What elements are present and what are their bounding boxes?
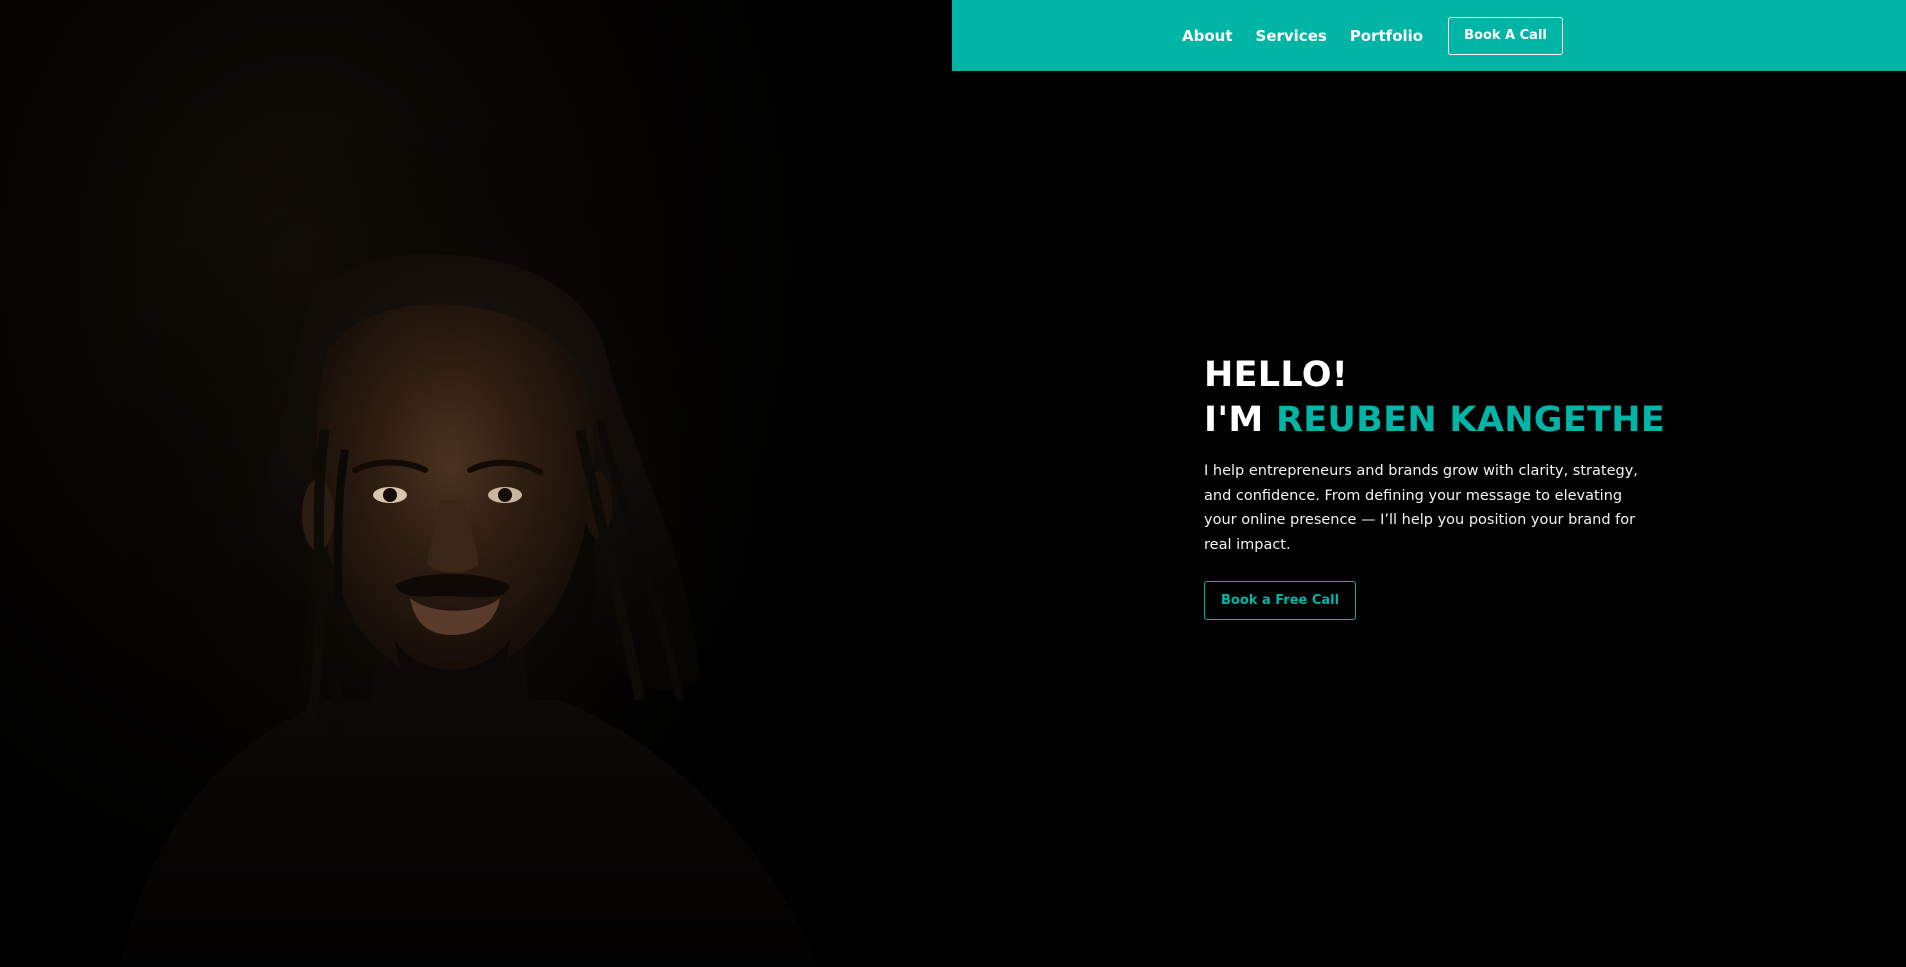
- hero-section: HELLO! I'M REUBEN KANGETHE I help entrep…: [1204, 353, 1666, 620]
- nav-links: About Services Portfolio Book A Call: [1182, 0, 1563, 71]
- nav-link-services[interactable]: Services: [1256, 27, 1327, 45]
- portrait-illustration: [80, 100, 820, 967]
- nav-link-portfolio[interactable]: Portfolio: [1350, 27, 1423, 45]
- book-free-call-button[interactable]: Book a Free Call: [1204, 581, 1357, 620]
- nav-link-about[interactable]: About: [1182, 27, 1233, 45]
- hero-description: I help entrepreneurs and brands grow wit…: [1204, 463, 1638, 553]
- hero-intro: I'M REUBEN KANGETHE: [1204, 398, 1666, 443]
- top-navbar: About Services Portfolio Book A Call: [952, 0, 1906, 71]
- hero-name: REUBEN KANGETHE: [1275, 400, 1666, 440]
- book-a-call-button[interactable]: Book A Call: [1448, 16, 1563, 55]
- portrait-photo: [0, 0, 952, 967]
- page: About Services Portfolio Book A Call HEL…: [0, 0, 1906, 967]
- hero-intro-prefix: I'M: [1204, 400, 1264, 440]
- hero-greeting: HELLO!: [1204, 355, 1349, 395]
